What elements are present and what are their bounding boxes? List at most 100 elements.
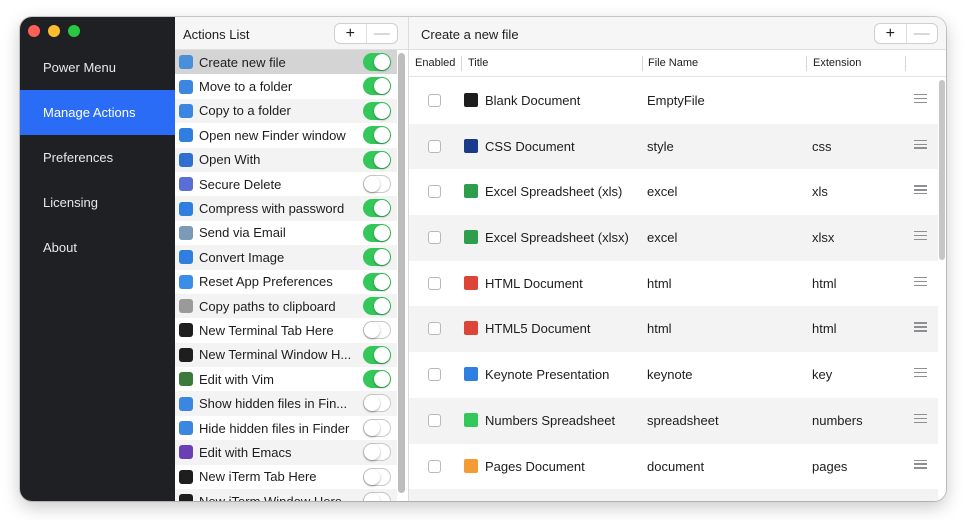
table-row[interactable]: Numbers Spreadsheet spreadsheet numbers	[409, 397, 938, 444]
enabled-checkbox[interactable]	[428, 368, 441, 382]
action-row[interactable]: Compress with password	[175, 196, 397, 221]
enabled-checkbox[interactable]	[428, 185, 441, 199]
enabled-checkbox[interactable]	[428, 231, 441, 245]
action-enabled-toggle[interactable]	[363, 370, 391, 389]
file-table-scrollbar[interactable]	[939, 80, 945, 260]
cell-extension: xls	[812, 184, 828, 200]
enabled-checkbox[interactable]	[428, 322, 441, 336]
action-enabled-toggle[interactable]	[363, 101, 391, 120]
cell-extension: pages	[812, 458, 848, 474]
remove-file-template-button[interactable]: —	[907, 24, 938, 43]
terminal-icon	[179, 323, 193, 338]
table-row[interactable]: Blank Document EmptyFile	[409, 78, 938, 124]
action-enabled-toggle[interactable]	[363, 321, 391, 340]
minimize-window-button[interactable]	[48, 25, 60, 37]
action-row[interactable]: Send via Email	[175, 220, 397, 246]
cell-title: Excel Spreadsheet (xlsx)	[485, 230, 629, 246]
drag-handle-icon[interactable]	[914, 231, 927, 243]
drag-handle-icon[interactable]	[914, 185, 927, 197]
table-row[interactable]	[409, 489, 938, 501]
column-header-file-name[interactable]: File Name	[648, 57, 698, 69]
cell-extension: numbers	[812, 412, 863, 428]
table-row[interactable]: Excel Spreadsheet (xlsx) excel xlsx	[409, 215, 938, 261]
add-action-button[interactable]: +	[335, 24, 367, 43]
column-header-enabled[interactable]: Enabled	[415, 57, 455, 69]
actions-scrollbar[interactable]	[398, 53, 405, 493]
action-row[interactable]: Edit with Emacs	[175, 440, 397, 465]
close-window-button[interactable]	[28, 25, 40, 37]
action-row[interactable]: New iTerm Window Here	[175, 489, 397, 501]
action-enabled-toggle[interactable]	[363, 77, 391, 96]
cell-extension: html	[812, 275, 837, 291]
sidebar-item-preferences[interactable]: Preferences	[20, 135, 175, 180]
action-enabled-toggle[interactable]	[363, 174, 391, 193]
action-enabled-toggle[interactable]	[363, 199, 391, 218]
sidebar-item-manage-actions[interactable]: Manage Actions	[20, 90, 175, 135]
action-enabled-toggle[interactable]	[363, 248, 391, 267]
action-row[interactable]: Reset App Preferences	[175, 269, 397, 294]
table-row[interactable]: HTML Document html html	[409, 260, 938, 307]
action-row[interactable]: Show hidden files in Fin...	[175, 391, 397, 416]
add-file-template-button[interactable]: +	[875, 24, 907, 43]
action-enabled-toggle[interactable]	[363, 223, 391, 242]
action-enabled-toggle[interactable]	[363, 394, 391, 413]
cell-extension: key	[812, 367, 833, 383]
sidebar-item-licensing[interactable]: Licensing	[20, 180, 175, 225]
enabled-checkbox[interactable]	[428, 276, 441, 290]
action-row[interactable]: New Terminal Window H...	[175, 342, 397, 368]
file-templates-panel: Create a new file + — Enabled Title File…	[409, 17, 946, 501]
action-enabled-toggle[interactable]	[363, 296, 391, 315]
action-row[interactable]: Edit with Vim	[175, 367, 397, 392]
action-enabled-toggle[interactable]	[363, 418, 391, 437]
table-row[interactable]: HTML5 Document html html	[409, 306, 938, 353]
zip-icon	[179, 201, 193, 216]
action-row[interactable]: Create new file	[175, 50, 397, 75]
action-row[interactable]: Secure Delete	[175, 171, 397, 197]
table-row[interactable]: Pages Document document pages	[409, 443, 938, 490]
action-row[interactable]: Convert Image	[175, 245, 397, 270]
enabled-checkbox[interactable]	[428, 94, 441, 107]
column-header-title[interactable]: Title	[468, 57, 488, 69]
table-row[interactable]: Excel Spreadsheet (xls) excel xls	[409, 169, 938, 216]
drag-handle-icon[interactable]	[914, 459, 927, 472]
zoom-window-button[interactable]	[68, 25, 80, 37]
action-enabled-toggle[interactable]	[363, 53, 391, 71]
drag-handle-icon[interactable]	[914, 368, 927, 380]
action-row[interactable]: Open new Finder window	[175, 123, 397, 148]
action-enabled-toggle[interactable]	[363, 492, 391, 501]
action-enabled-toggle[interactable]	[363, 126, 391, 145]
enabled-checkbox[interactable]	[428, 139, 441, 153]
toggle-knob	[374, 371, 390, 388]
action-label: Open With	[199, 152, 261, 168]
drag-handle-icon[interactable]	[914, 413, 927, 426]
drag-handle-icon[interactable]	[914, 276, 927, 289]
table-row[interactable]: CSS Document style css	[409, 123, 938, 170]
cell-file-name: html	[647, 321, 672, 337]
action-row[interactable]: Hide hidden files in Finder	[175, 415, 397, 441]
column-header-extension[interactable]: Extension	[813, 57, 861, 69]
drag-handle-icon[interactable]	[914, 94, 927, 106]
action-enabled-toggle[interactable]	[363, 443, 391, 462]
action-row[interactable]: Copy to a folder	[175, 98, 397, 124]
cell-file-name: excel	[647, 184, 678, 200]
action-enabled-toggle[interactable]	[363, 345, 391, 364]
toggle-knob	[364, 395, 380, 412]
action-row[interactable]: New iTerm Tab Here	[175, 464, 397, 490]
action-enabled-toggle[interactable]	[363, 272, 391, 291]
drag-handle-icon[interactable]	[914, 139, 927, 152]
action-row[interactable]: New Terminal Tab Here	[175, 318, 397, 343]
sidebar-item-about[interactable]: About	[20, 225, 175, 270]
table-row[interactable]: Keynote Presentation keynote key	[409, 352, 938, 398]
enabled-checkbox[interactable]	[428, 459, 441, 473]
cell-extension: html	[812, 321, 837, 337]
enabled-checkbox[interactable]	[428, 413, 441, 427]
action-enabled-toggle[interactable]	[363, 467, 391, 486]
cell-file-name: html	[647, 275, 672, 291]
sidebar-item-power-menu[interactable]: Power Menu	[20, 45, 175, 90]
action-enabled-toggle[interactable]	[363, 150, 391, 169]
action-row[interactable]: Copy paths to clipboard	[175, 293, 397, 319]
drag-handle-icon[interactable]	[914, 322, 927, 334]
remove-action-button[interactable]: —	[367, 24, 398, 43]
action-row[interactable]: Move to a folder	[175, 74, 397, 99]
action-row[interactable]: Open With	[175, 147, 397, 172]
